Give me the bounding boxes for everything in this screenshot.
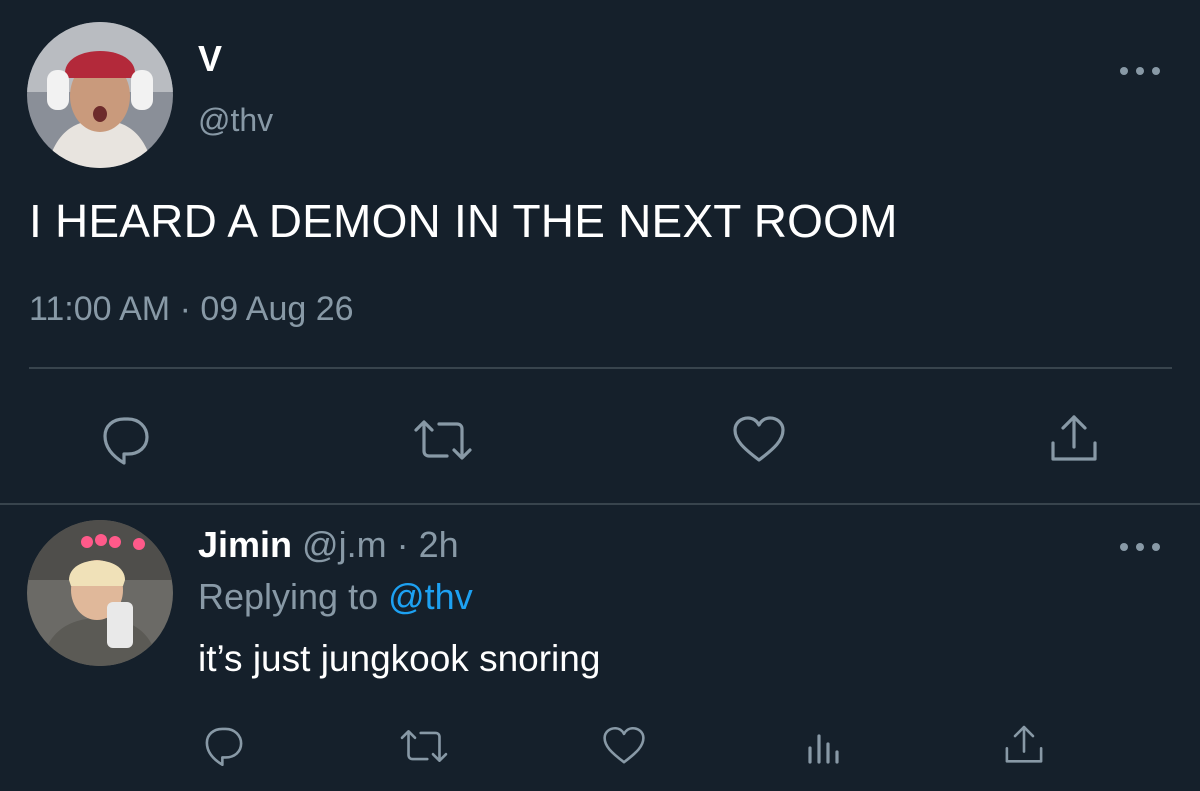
author-avatar[interactable] [27,22,173,168]
reply-separator: · [396,524,409,565]
heart-icon [603,726,645,764]
avatar-photo-icon [27,22,173,168]
replying-to-handle-link[interactable]: @thv [388,576,473,617]
reply-author-avatar[interactable] [27,520,173,666]
reply-header: Jimin @j.m · 2h [198,524,459,566]
share-button[interactable] [1046,410,1102,468]
more-options-icon[interactable] [1120,64,1160,78]
tweet-time: 11:00 AM [29,290,171,328]
share-icon [1051,415,1097,461]
replying-to: Replying to @thv [198,576,473,618]
retweet-icon [414,420,472,460]
reply-text: it’s just jungkook snoring [198,638,601,679]
replying-to-label: Replying to [198,576,379,617]
retweet-button[interactable] [396,722,452,770]
author-handle[interactable]: @thv [198,102,273,139]
divider [0,503,1200,505]
tweet-timestamp: 11:00 AM · 09 Aug 26 [29,290,354,329]
author-name[interactable]: V [198,38,223,80]
divider [29,367,1172,369]
speech-bubble-icon [205,727,243,767]
avatar-photo-icon [27,520,173,666]
tweet-date[interactable]: 09 Aug 26 [200,290,353,328]
speech-bubble-icon [103,417,149,465]
reply-button[interactable] [98,412,154,468]
heart-icon [733,416,785,462]
share-icon [1005,725,1043,763]
tweet-text: I HEARD A DEMON IN THE NEXT ROOM [29,195,898,247]
share-button[interactable] [1000,720,1048,770]
analytics-button[interactable] [800,722,848,770]
reply-button[interactable] [200,722,248,770]
retweet-icon [400,730,448,762]
like-button[interactable] [730,412,788,468]
reply-age[interactable]: 2h [419,524,459,565]
retweet-button[interactable] [410,412,476,468]
analytics-icon [808,734,839,764]
timestamp-separator: · [179,290,191,328]
reply-author-name[interactable]: Jimin [198,524,292,565]
reply-author-handle[interactable]: @j.m [302,524,387,565]
like-button[interactable] [600,722,648,770]
more-options-icon[interactable] [1120,540,1160,554]
